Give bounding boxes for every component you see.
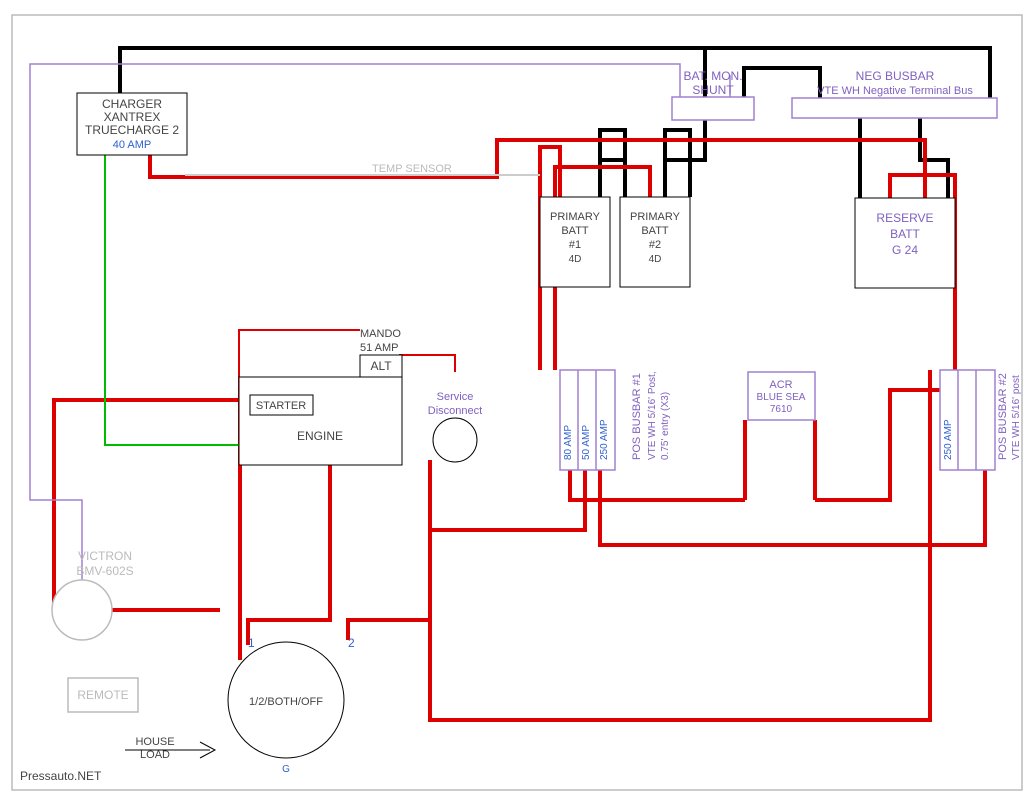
- charger-l1: CHARGER: [102, 97, 162, 111]
- charger-l3: TRUECHARGE 2: [85, 123, 179, 137]
- svg-text:ALT: ALT: [370, 359, 392, 373]
- svg-text:Service: Service: [437, 391, 474, 403]
- shunt-l2: SHUNT: [692, 83, 734, 97]
- svg-text:BATT: BATT: [561, 225, 589, 237]
- svg-text:0.75' entry (X3): 0.75' entry (X3): [660, 392, 671, 460]
- svg-text:250 AMP: 250 AMP: [943, 419, 954, 460]
- svg-text:PRIMARY: PRIMARY: [550, 211, 601, 223]
- svg-text:Disconnect: Disconnect: [428, 405, 482, 417]
- temp-sensor-label: TEMP SENSOR: [372, 163, 452, 175]
- svg-text:1: 1: [248, 636, 255, 650]
- neg-busbar-l2: VTE WH Negative Terminal Bus: [817, 85, 973, 97]
- watermark: Pressauto.NET: [20, 769, 102, 783]
- shunt-l1: BAT. MON.: [683, 69, 742, 83]
- svg-text:7610: 7610: [770, 404, 793, 415]
- svg-text:250 AMP: 250 AMP: [599, 419, 610, 460]
- svg-text:BATT: BATT: [890, 227, 920, 241]
- svg-text:MANDO: MANDO: [360, 328, 401, 340]
- wiring-diagram: CHARGER XANTREX TRUECHARGE 2 40 AMP BAT.…: [0, 0, 1035, 800]
- svg-text:80 AMP: 80 AMP: [563, 425, 574, 460]
- ground-label: G: [282, 764, 290, 775]
- svg-text:REMOTE: REMOTE: [77, 688, 128, 702]
- reserve-batt: RESERVE BATT G 24: [855, 198, 955, 288]
- svg-text:VICTRON: VICTRON: [78, 549, 132, 563]
- svg-text:VTE WH 5/16' post: VTE WH 5/16' post: [1011, 375, 1022, 460]
- charger-amp: 40 AMP: [113, 139, 152, 151]
- pos-busbar-1: POS BUSBAR #1 VTE WH 5/16' Post, 0.75' e…: [560, 370, 671, 470]
- svg-text:2: 2: [348, 636, 355, 650]
- svg-text:51 AMP: 51 AMP: [360, 342, 399, 354]
- acr: ACR BLUE SEA 7610: [748, 372, 815, 420]
- svg-text:BATT: BATT: [641, 225, 669, 237]
- svg-text:G 24: G 24: [892, 243, 918, 257]
- svg-text:BMV-602S: BMV-602S: [76, 564, 133, 578]
- charger-block: CHARGER XANTREX TRUECHARGE 2 40 AMP: [77, 93, 187, 155]
- remote: REMOTE: [68, 678, 138, 712]
- svg-text:PRIMARY: PRIMARY: [630, 211, 681, 223]
- svg-text:VTE WH 5/16' Post,: VTE WH 5/16' Post,: [647, 371, 658, 460]
- svg-text:ENGINE: ENGINE: [297, 429, 343, 443]
- primary-batt-2: PRIMARY BATT #2 4D: [620, 197, 690, 287]
- svg-text:#2: #2: [649, 239, 661, 251]
- svg-text:50 AMP: 50 AMP: [581, 425, 592, 460]
- neg-busbar-l1: NEG BUSBAR: [856, 69, 935, 83]
- alternator: MANDO 51 AMP ALT: [360, 328, 402, 377]
- svg-text:HOUSE: HOUSE: [135, 736, 174, 748]
- svg-text:#1: #1: [569, 239, 581, 251]
- svg-text:4D: 4D: [569, 254, 582, 265]
- svg-text:RESERVE: RESERVE: [876, 211, 933, 225]
- svg-text:BLUE SEA: BLUE SEA: [757, 392, 806, 403]
- svg-text:1/2/BOTH/OFF: 1/2/BOTH/OFF: [249, 696, 323, 708]
- svg-text:STARTER: STARTER: [256, 400, 306, 412]
- engine-block: STARTER ENGINE: [239, 377, 402, 465]
- svg-text:4D: 4D: [649, 254, 662, 265]
- svg-text:POS BUSBAR #2: POS BUSBAR #2: [997, 373, 1009, 460]
- svg-text:LOAD: LOAD: [140, 749, 170, 761]
- svg-text:POS BUSBAR #1: POS BUSBAR #1: [631, 373, 643, 460]
- svg-text:ACR: ACR: [769, 379, 792, 391]
- primary-batt-1: PRIMARY BATT #1 4D: [540, 197, 610, 287]
- charger-l2: XANTREX: [104, 110, 161, 124]
